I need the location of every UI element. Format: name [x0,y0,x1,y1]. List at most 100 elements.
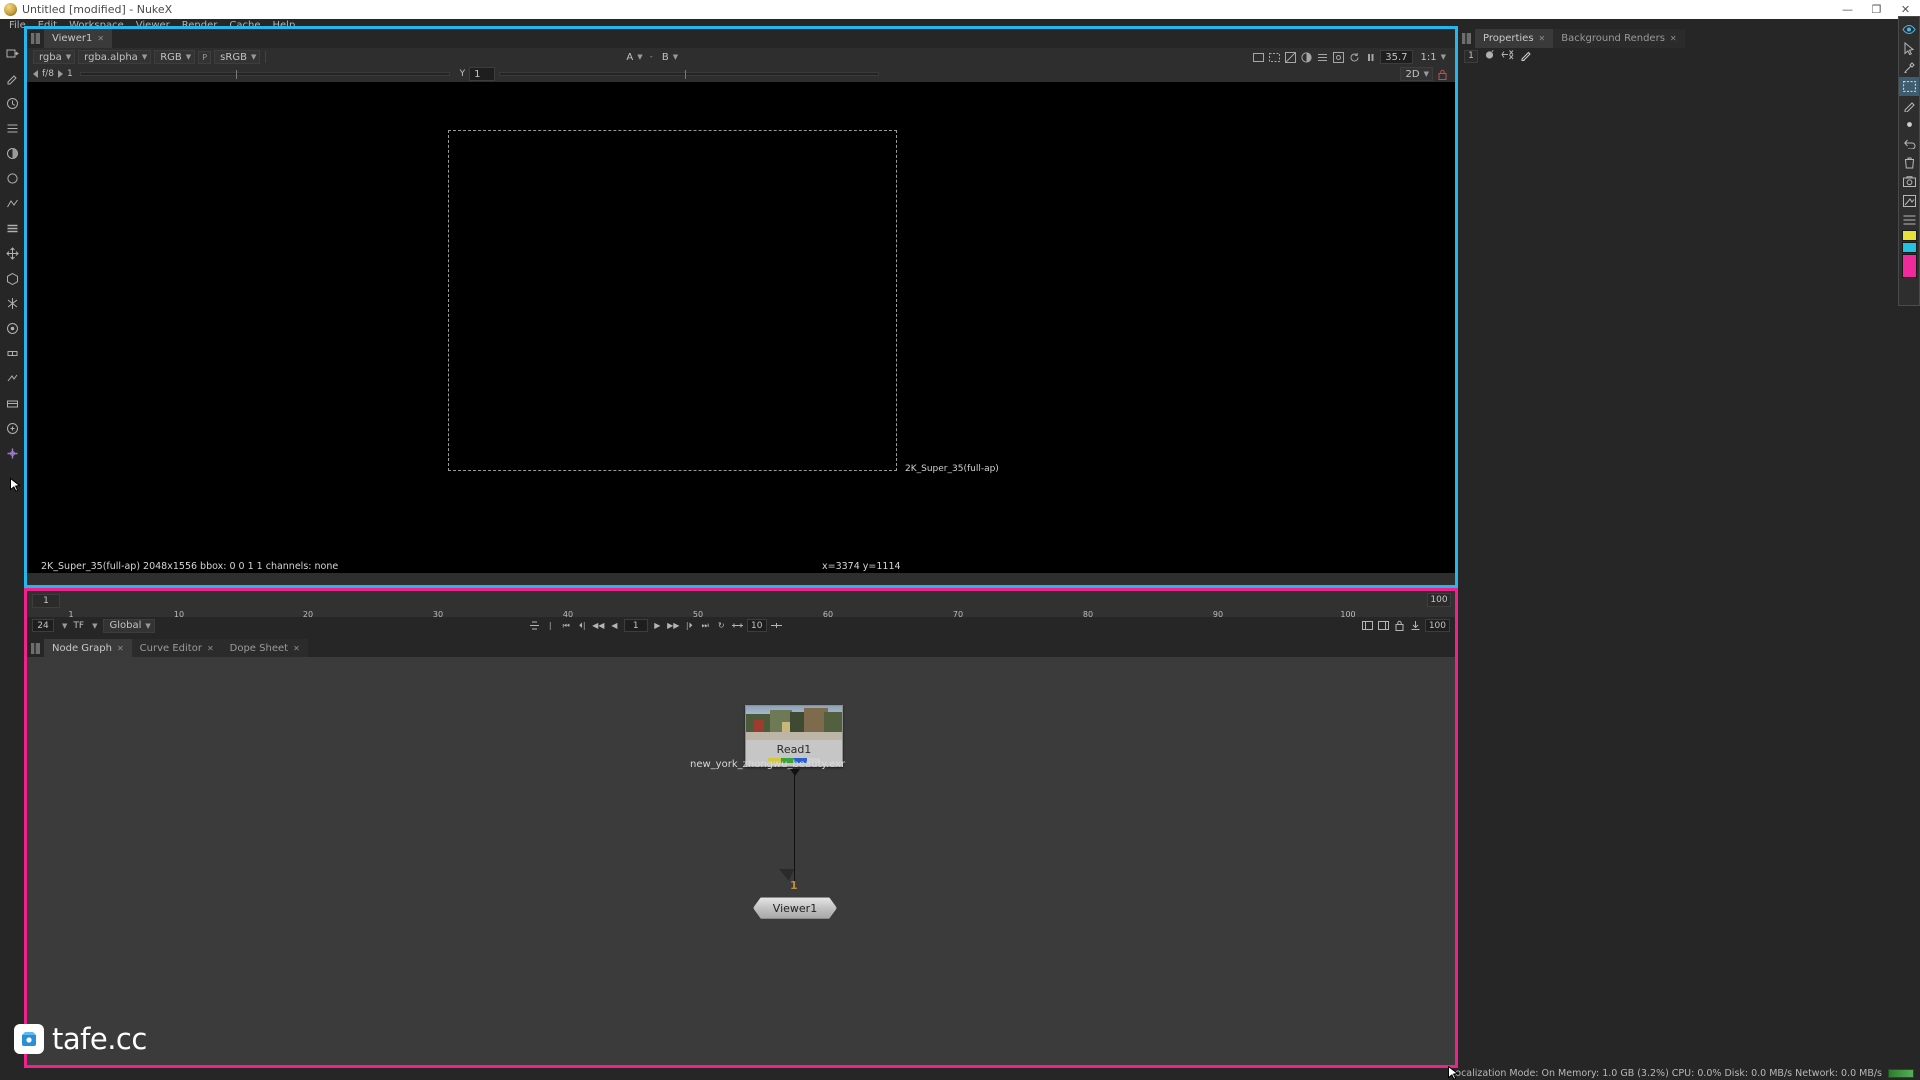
tab-viewer1[interactable]: Viewer1 ✕ [44,29,113,48]
gamma-slider[interactable] [499,70,880,79]
pen-tool-icon[interactable] [1899,96,1919,115]
proxy-icon[interactable]: P [198,50,212,64]
zoom-ratio-dropdown[interactable]: 1:1 ▼ [1416,50,1449,64]
plugin-nodes-icon[interactable] [0,441,24,466]
draw-nodes-icon[interactable] [0,66,24,91]
pane-grip-icon[interactable] [27,29,44,48]
wipe-mode-icon[interactable] [1252,51,1265,64]
frame-forward-to-end-button[interactable]: ⏭ [699,619,712,632]
clear-panels-icon[interactable] [1501,49,1514,63]
tab-node-graph-close-icon[interactable]: ✕ [117,644,124,653]
timeline-format-dropdown[interactable]: ▼ [87,619,100,633]
metadata-nodes-icon[interactable] [0,366,24,391]
roi-icon[interactable] [1268,51,1281,64]
tab-node-graph[interactable]: Node Graph ✕ [44,639,132,657]
toolsets-icon[interactable] [0,391,24,416]
viewer-canvas[interactable]: 2K_Super_35(full-ap) [27,82,1455,559]
lock-range-icon[interactable] [1393,619,1406,632]
minimize-button[interactable]: — [1833,0,1862,19]
color-swatch-yellow[interactable] [1901,230,1917,241]
input-b-dropdown[interactable]: B ▼ [657,50,681,64]
tab-dope-sheet[interactable]: Dope Sheet ✕ [221,639,308,657]
increment-stepper-icon[interactable] [770,619,783,632]
color-swatch-cyan[interactable] [1901,242,1917,253]
pane-grip-icon[interactable] [1458,29,1475,48]
timeline-current-frame-field[interactable]: 1 [32,594,60,608]
frame-increment-icon[interactable] [731,619,744,632]
frame-back-to-start-button[interactable]: ⏮ [560,619,573,632]
input-process-icon[interactable] [1332,51,1345,64]
step-forward-button[interactable]: ▶▶ [667,619,680,632]
pane-grip-icon[interactable] [27,639,44,657]
next-keyframe-button[interactable]: |⏵ [683,619,696,632]
select-tool-icon[interactable] [1899,39,1919,58]
sync-mode-dropdown[interactable]: Global ▼ [103,618,155,633]
viewer-mode-dropdown[interactable]: 2D ▼ [1399,67,1433,81]
fps-field[interactable]: 24 [32,619,54,632]
gain-decrease-icon[interactable] [33,70,38,78]
color-swatch-magenta[interactable] [1901,254,1917,278]
tab-viewer1-close-icon[interactable]: ✕ [97,34,104,43]
transform-nodes-icon[interactable] [0,241,24,266]
node-viewer1[interactable]: Viewer1 [753,897,837,919]
download-cache-icon[interactable] [1409,619,1422,632]
timeline-range-end-field[interactable]: 100 [1427,593,1451,607]
deep-nodes-icon[interactable] [0,316,24,341]
particles-nodes-icon[interactable] [0,291,24,316]
tab-background-renders[interactable]: Background Renders ✕ [1553,29,1685,48]
color-nodes-icon[interactable] [0,141,24,166]
keyer-nodes-icon[interactable] [0,191,24,216]
tab-properties-close-icon[interactable]: ✕ [1539,34,1546,43]
snapshot-icon[interactable] [1899,172,1919,191]
key-prev-icon[interactable]: | [544,619,557,632]
viewer-process-dropdown[interactable]: sRGB ▼ [214,50,261,64]
undo-icon[interactable] [1899,134,1919,153]
keyframe-icon[interactable] [528,619,541,632]
gain-slider[interactable] [79,70,450,79]
tab-background-renders-close-icon[interactable]: ✕ [1670,34,1677,43]
tab-dope-sheet-close-icon[interactable]: ✕ [293,644,300,653]
layer-dropdown[interactable]: rgba.alpha ▼ [78,50,152,64]
proxy-toggle-icon[interactable] [1377,619,1390,632]
other-nodes-icon[interactable] [0,416,24,441]
lock-panels-icon[interactable] [1484,49,1495,63]
timeline-ruler[interactable]: 1 100 1 10 20 30 40 50 60 70 80 90 100 [27,590,1455,619]
region-select-icon[interactable] [1899,77,1919,96]
filter-nodes-icon[interactable] [0,166,24,191]
viewer-visibility-icon[interactable] [1899,20,1919,39]
properties-max-panels-field[interactable]: 1 [1464,49,1478,63]
playback-frame-field[interactable]: 1 [623,619,648,632]
gamma-field[interactable]: 1 [469,67,496,81]
delete-icon[interactable] [1899,153,1919,172]
display-channel-dropdown[interactable]: RGB ▼ [154,50,196,64]
node-read1[interactable]: Read1 [745,705,843,767]
channels-dropdown[interactable]: rgba ▼ [33,50,76,64]
channel-nodes-icon[interactable] [0,116,24,141]
edit-panels-icon[interactable] [1520,49,1532,64]
3d-nodes-icon[interactable] [0,266,24,291]
stereo-nodes-icon[interactable] [0,341,24,366]
capture-icon[interactable] [1899,191,1919,210]
gain-increase-icon[interactable] [57,70,63,78]
color-picker-icon[interactable] [1899,58,1919,77]
refresh-icon[interactable] [1348,51,1361,64]
previous-keyframe-button[interactable]: ⏴| [576,619,589,632]
fullframe-toggle-icon[interactable] [1361,619,1374,632]
maximize-button[interactable]: ❐ [1862,0,1891,19]
nodegraph-canvas[interactable]: Read1 new_york_zhongwu_beauty.exr 1 View… [27,657,1455,1065]
step-back-button[interactable]: ◀◀ [592,619,605,632]
list-icon[interactable] [1899,210,1919,229]
image-nodes-icon[interactable] [0,41,24,66]
loop-mode-button[interactable]: ↻ [715,619,728,632]
input-a-dropdown[interactable]: A ▼ [621,50,645,64]
play-forward-button[interactable]: ▶ [651,619,664,632]
range-out-field[interactable]: 100 [1424,619,1450,632]
frame-increment-field[interactable]: 10 [746,619,767,632]
tab-curve-editor-close-icon[interactable]: ✕ [207,644,214,653]
tab-curve-editor[interactable]: Curve Editor ✕ [131,639,222,657]
point-tool-icon[interactable] [1899,115,1919,134]
pause-icon[interactable] [1364,51,1377,64]
viewer-lock-icon[interactable] [1436,68,1449,81]
fps-dropdown[interactable]: ▼ [57,619,70,633]
gain-gamma-icon[interactable] [1300,51,1313,64]
